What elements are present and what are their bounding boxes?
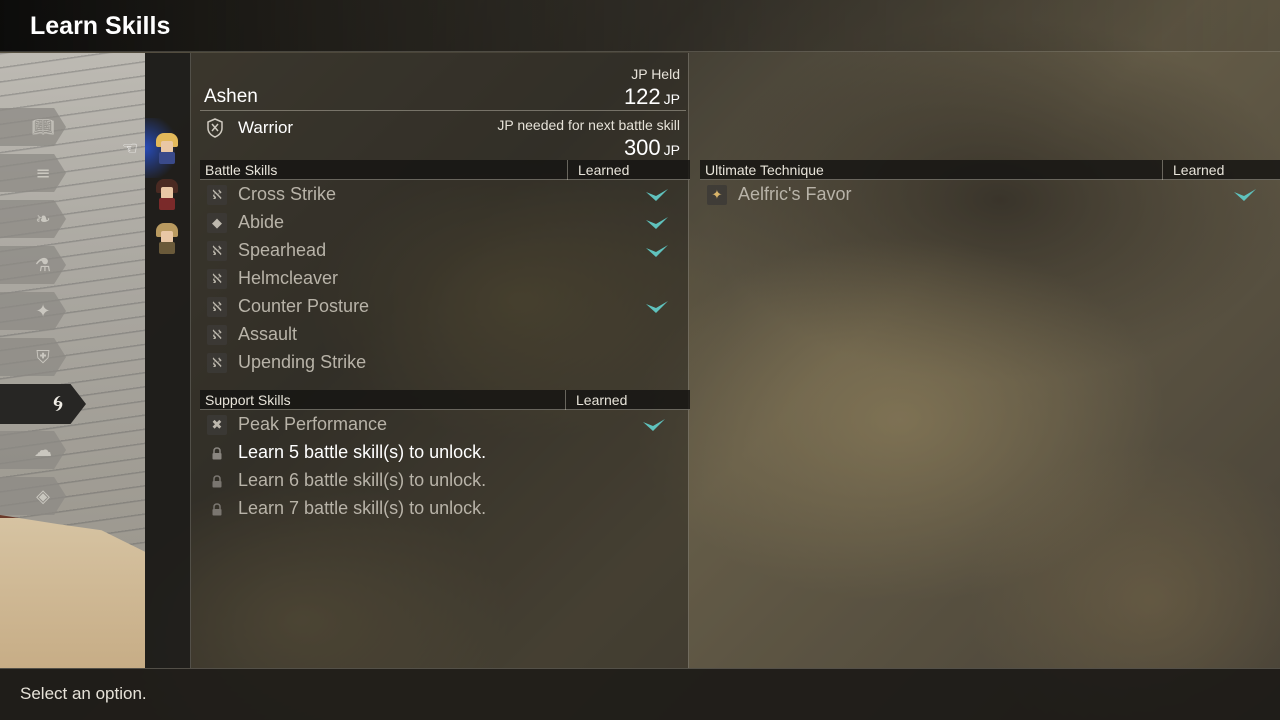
lock-icon — [212, 475, 222, 488]
tab-shield[interactable]: ⛨ — [0, 338, 66, 376]
battle-skills-header: Battle Skills Learned — [200, 160, 690, 180]
learned-check-icon — [1234, 189, 1256, 201]
shield-icon: ⛨ — [36, 346, 50, 368]
ultimate-skill-row[interactable]: ✦ Aelfric's Favor — [707, 182, 1267, 210]
locked-skill-row[interactable]: Learn 6 battle skill(s) to unlock. — [207, 468, 677, 496]
defense-skill-icon: ◆ — [207, 213, 227, 233]
locked-skill-row[interactable]: Learn 7 battle skill(s) to unlock. — [207, 496, 677, 524]
tab-book[interactable]: 📖︎ — [0, 108, 66, 146]
book-icon: 📖︎ — [31, 116, 55, 138]
locked-skill-row[interactable]: Learn 5 battle skill(s) to unlock. — [207, 440, 677, 468]
divider — [200, 110, 686, 111]
blade-skill-icon: ℵ — [207, 241, 227, 261]
tag-icon: ◈ — [36, 485, 50, 507]
page-title: Learn Skills — [30, 12, 171, 40]
swirl-icon: 🌀︎ — [52, 391, 64, 417]
portrait-1[interactable] — [152, 131, 182, 165]
battle-skill-row[interactable]: ℵ Upending Strike — [207, 350, 677, 378]
feather-icon: ❧ — [35, 208, 51, 230]
tab-tag[interactable]: ◈ — [0, 477, 66, 515]
tab-feather[interactable]: ❧ — [0, 200, 66, 238]
learned-column-header: Learned — [567, 160, 629, 180]
portrait-2[interactable] — [152, 177, 182, 211]
sparkle-icon: ✦ — [35, 300, 51, 322]
job-name: Warrior — [238, 118, 294, 137]
title-bar: Learn Skills — [0, 0, 1280, 52]
learned-column-header: Learned — [565, 390, 627, 410]
battle-skill-row[interactable]: ℵ Cross Strike — [207, 182, 677, 210]
portrait-3[interactable] — [152, 221, 182, 255]
warrior-shield-icon — [207, 118, 223, 138]
sparkle-skill-icon: ✦ — [707, 185, 727, 205]
character-name: Ashen — [204, 86, 258, 107]
learned-check-icon — [646, 189, 668, 201]
learned-check-icon — [646, 245, 668, 257]
learned-check-icon — [646, 217, 668, 229]
tab-chat[interactable]: ☁ — [0, 431, 66, 469]
jp-next-value: 300 JP — [623, 135, 680, 160]
learned-column-header: Learned — [1162, 160, 1224, 180]
pointer-hand-icon: ☜ — [122, 138, 139, 159]
blade-skill-icon: ℵ — [207, 325, 227, 345]
blade-skill-icon: ℵ — [207, 185, 227, 205]
support-skills-header: Support Skills Learned — [200, 390, 690, 410]
tab-sparkle[interactable]: ✦ — [0, 292, 66, 330]
blade-skill-icon: ℵ — [207, 353, 227, 373]
support-skill-row[interactable]: ✖ Peak Performance — [207, 412, 677, 440]
cross-swords-icon: ✖ — [207, 415, 227, 435]
chat-icon: ☁ — [34, 439, 52, 461]
jp-held-label: JP Held — [631, 66, 680, 82]
lock-icon — [212, 447, 222, 460]
battle-skill-row[interactable]: ℵ Counter Posture — [207, 294, 677, 322]
learned-check-icon — [643, 419, 665, 431]
battle-skill-row[interactable]: ◆ Abide — [207, 210, 677, 238]
tab-scroll[interactable]: ≡ — [0, 154, 66, 192]
battle-skill-row[interactable]: ℵ Assault — [207, 322, 677, 350]
scroll-icon: ≡ — [35, 162, 51, 184]
blade-skill-icon: ℵ — [207, 269, 227, 289]
potion-icon: ⚗ — [34, 254, 52, 276]
battle-skill-row[interactable]: ℵ Spearhead — [207, 238, 677, 266]
tab-skills-active[interactable]: 🌀︎ — [0, 384, 86, 424]
blade-skill-icon: ℵ — [207, 297, 227, 317]
ultimate-panel — [690, 53, 1280, 668]
jp-next-label: JP needed for next battle skill — [497, 117, 680, 133]
learned-check-icon — [646, 301, 668, 313]
ultimate-technique-header: Ultimate Technique Learned — [700, 160, 1280, 180]
battle-skill-row[interactable]: ℵ Helmcleaver — [207, 266, 677, 294]
jp-held-value: 122 JP — [623, 84, 680, 109]
lock-icon — [212, 503, 222, 516]
help-bar: Select an option. — [0, 668, 1280, 720]
tab-potion[interactable]: ⚗ — [0, 246, 66, 284]
help-text: Select an option. — [20, 684, 147, 703]
